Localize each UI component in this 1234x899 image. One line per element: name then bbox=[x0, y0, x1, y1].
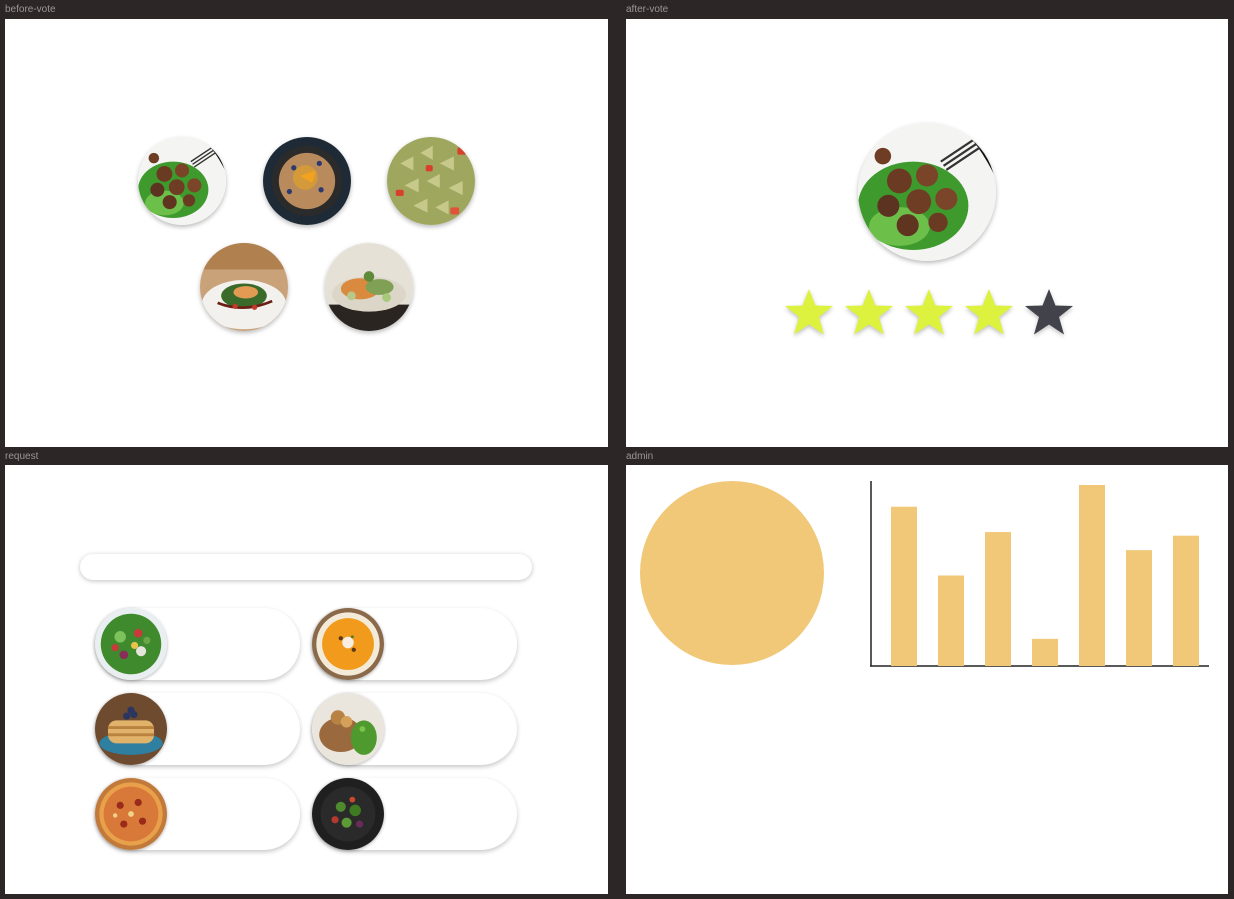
dark-plate-salad-image bbox=[312, 778, 384, 850]
bar-chart-svg bbox=[870, 481, 1209, 667]
meatball-salad-large-image bbox=[858, 123, 996, 261]
frame-label-after-vote: after-vote bbox=[626, 4, 669, 15]
search-input[interactable] bbox=[80, 554, 532, 580]
bar-1 bbox=[891, 506, 917, 666]
request-item-blueberry-pancakes[interactable] bbox=[95, 693, 300, 765]
pizza-image bbox=[95, 778, 167, 850]
star-1-icon[interactable] bbox=[784, 287, 834, 337]
after-vote-frame bbox=[626, 19, 1228, 447]
frame-label-admin: admin bbox=[626, 451, 654, 462]
bar-2 bbox=[938, 575, 964, 666]
request-item-meat-with-greens[interactable] bbox=[312, 693, 517, 765]
fish-with-vegetables-image bbox=[325, 243, 413, 331]
before-vote-frame bbox=[5, 19, 608, 447]
pumpkin-soup-image bbox=[312, 608, 384, 680]
star-5-icon[interactable] bbox=[1024, 287, 1074, 337]
request-item-green-salad[interactable] bbox=[95, 608, 300, 680]
request-item-pumpkin-soup[interactable] bbox=[312, 608, 517, 680]
selected-dish-image bbox=[858, 123, 996, 261]
blueberry-pancakes-image bbox=[95, 693, 167, 765]
frame-label-before-vote: before-vote bbox=[5, 4, 56, 15]
farfalle-pasta-image bbox=[387, 137, 475, 225]
pie-chart bbox=[640, 481, 824, 665]
meatball-salad-image bbox=[138, 137, 226, 225]
bar-4 bbox=[1032, 638, 1058, 666]
bar-6 bbox=[1126, 550, 1152, 666]
dish-meatball-salad[interactable] bbox=[138, 137, 226, 225]
bar-chart bbox=[870, 481, 1212, 669]
admin-frame bbox=[626, 465, 1228, 894]
frame-label-request: request bbox=[5, 451, 39, 462]
plated-salmon-image bbox=[200, 243, 288, 331]
bar-7 bbox=[1173, 535, 1199, 666]
dish-plated-salmon[interactable] bbox=[200, 243, 288, 331]
fruit-oatmeal-image bbox=[263, 137, 351, 225]
request-item-pizza[interactable] bbox=[95, 778, 300, 850]
dish-fish-with-vegetables[interactable] bbox=[325, 243, 413, 331]
meat-with-greens-image bbox=[312, 693, 384, 765]
star-3-icon[interactable] bbox=[904, 287, 954, 337]
star-2-icon[interactable] bbox=[844, 287, 894, 337]
green-salad-image bbox=[95, 608, 167, 680]
dish-fruit-oatmeal[interactable] bbox=[263, 137, 351, 225]
bar-5 bbox=[1079, 485, 1105, 666]
bar-3 bbox=[985, 532, 1011, 666]
request-item-dark-plate-salad[interactable] bbox=[312, 778, 517, 850]
star-4-icon[interactable] bbox=[964, 287, 1014, 337]
dish-farfalle-pasta[interactable] bbox=[387, 137, 475, 225]
request-frame bbox=[5, 465, 608, 894]
